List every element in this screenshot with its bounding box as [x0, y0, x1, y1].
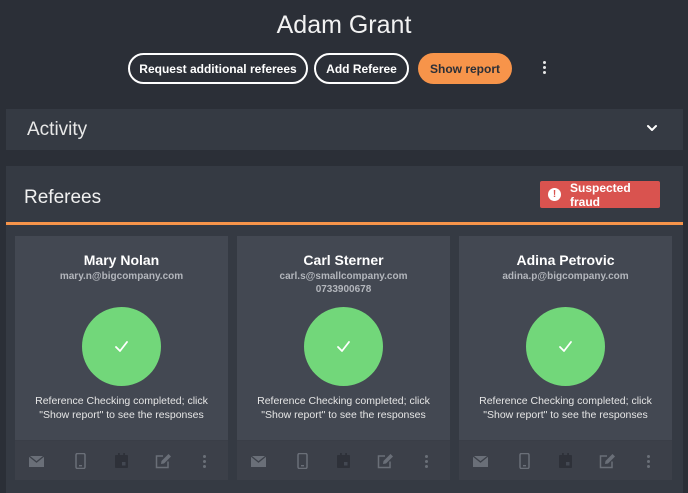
suspected-fraud-badge[interactable]: ! Suspected fraud: [540, 180, 660, 209]
referee-email: adina.p@bigcompany.com: [502, 271, 629, 282]
phone-icon[interactable]: [72, 453, 89, 469]
referee-name: Adina Petrovic: [516, 252, 615, 268]
check-status-circle: [526, 307, 605, 386]
checkmark-icon: [115, 341, 128, 352]
calendar-icon[interactable]: [113, 453, 130, 469]
chevron-down-icon[interactable]: [645, 121, 659, 135]
more-vertical-icon[interactable]: [536, 59, 552, 79]
more-vertical-icon[interactable]: [421, 453, 431, 469]
action-row: Request additional referees Add Referee …: [0, 53, 688, 84]
edit-icon[interactable]: [377, 453, 394, 469]
phone-icon[interactable]: [294, 453, 311, 469]
edit-icon[interactable]: [155, 453, 172, 469]
referee-phone: 0733900678: [315, 284, 372, 295]
page-title: Adam Grant: [276, 11, 412, 39]
mail-icon[interactable]: [28, 453, 45, 469]
phone-icon[interactable]: [516, 453, 533, 469]
referee-card: Mary Nolan mary.n@bigcompany.com Referen…: [15, 236, 228, 480]
referee-card: Adina Petrovic adina.p@bigcompany.com Re…: [459, 236, 672, 480]
checkmark-icon: [559, 341, 572, 352]
request-additional-referees-button[interactable]: Request additional referees: [128, 53, 308, 84]
section-divider: [6, 222, 683, 225]
mail-icon[interactable]: [472, 453, 489, 469]
check-status-circle: [304, 307, 383, 386]
referees-panel: Referees ! Suspected fraud Mary Nolan ma…: [6, 166, 683, 493]
suspected-fraud-label: Suspected fraud: [570, 180, 631, 209]
more-vertical-icon[interactable]: [199, 453, 209, 469]
referee-email: mary.n@bigcompany.com: [59, 271, 184, 282]
activity-title: Activity: [27, 119, 88, 140]
card-footer-actions: [15, 440, 228, 480]
checkmark-icon: [337, 341, 350, 352]
referee-status-text: Reference Checking completed; click "Sho…: [479, 395, 652, 421]
check-status-circle: [82, 307, 161, 386]
referees-title: Referees: [24, 187, 102, 208]
calendar-icon[interactable]: [335, 453, 352, 469]
edit-icon[interactable]: [599, 453, 616, 469]
calendar-icon[interactable]: [557, 453, 574, 469]
referee-name: Carl Sterner: [303, 252, 384, 268]
alert-circle-icon: !: [548, 188, 561, 201]
more-vertical-icon[interactable]: [643, 453, 653, 469]
mail-icon[interactable]: [250, 453, 267, 469]
show-report-button[interactable]: Show report: [418, 53, 512, 84]
card-footer-actions: [459, 440, 672, 480]
add-referee-button[interactable]: Add Referee: [314, 53, 409, 84]
referee-status-text: Reference Checking completed; click "Sho…: [35, 395, 208, 421]
referee-card: Carl Sterner carl.s@smallcompany.com 073…: [237, 236, 450, 480]
card-footer-actions: [237, 440, 450, 480]
referee-email: carl.s@smallcompany.com: [279, 271, 408, 282]
activity-panel-header[interactable]: Activity: [6, 109, 683, 150]
referee-name: Mary Nolan: [83, 252, 160, 268]
referee-status-text: Reference Checking completed; click "Sho…: [257, 395, 430, 421]
